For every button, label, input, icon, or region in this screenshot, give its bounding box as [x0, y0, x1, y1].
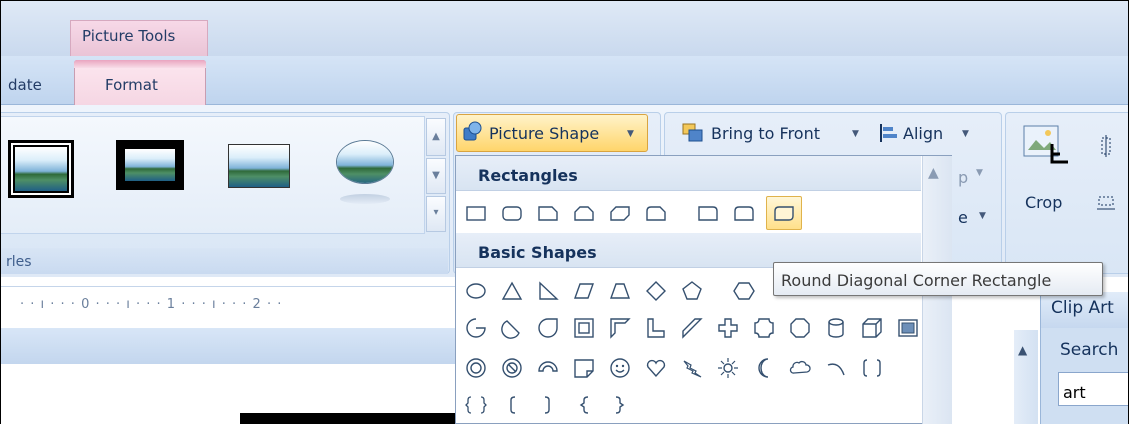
- bring-to-front-icon: [682, 123, 704, 143]
- crop-icon: [1022, 124, 1070, 168]
- right-brace-icon[interactable]: [609, 394, 631, 416]
- tooltip-text: Round Diagonal Corner Rectangle: [781, 271, 1052, 290]
- l-shape-icon[interactable]: [645, 317, 667, 339]
- octagon-icon[interactable]: [789, 317, 811, 339]
- rectangles-section-title: Rectangles: [478, 166, 578, 185]
- basic-shapes-section-title: Basic Shapes: [478, 243, 597, 262]
- chevron-down-icon: ▼: [627, 129, 634, 139]
- pentagon-icon[interactable]: [681, 280, 703, 302]
- double-bracket-icon[interactable]: [861, 357, 883, 379]
- hexagon-icon[interactable]: [733, 280, 755, 302]
- chord-icon[interactable]: [501, 317, 523, 339]
- clip-art-title: Clip Art: [1051, 298, 1114, 318]
- style-thumb-white-frame[interactable]: [8, 140, 74, 198]
- pie-icon[interactable]: [465, 317, 487, 339]
- snip-single-corner-rectangle-icon[interactable]: [537, 202, 559, 224]
- tab-format-highlight: [74, 60, 206, 68]
- frame-icon[interactable]: [573, 317, 595, 339]
- folded-corner-icon[interactable]: [573, 357, 595, 379]
- trapezoid-icon[interactable]: [609, 280, 631, 302]
- right-bracket-icon[interactable]: [537, 394, 559, 416]
- parallelogram-icon[interactable]: [573, 280, 595, 302]
- oval-icon[interactable]: [465, 280, 487, 302]
- chevron-down-icon: ▼: [976, 168, 983, 178]
- donut-icon[interactable]: [465, 357, 487, 379]
- can-icon[interactable]: [825, 317, 847, 339]
- style-thumb-black-frame[interactable]: [116, 140, 184, 190]
- height-icon: [1098, 134, 1114, 158]
- lightning-bolt-icon[interactable]: [681, 357, 703, 379]
- left-brace-icon[interactable]: [573, 394, 595, 416]
- right-triangle-icon[interactable]: [537, 280, 559, 302]
- round-single-corner-rectangle-icon[interactable]: [697, 202, 719, 224]
- chevron-down-icon: ▼: [962, 129, 969, 139]
- bring-to-front-label[interactable]: Bring to Front: [711, 124, 820, 143]
- rotate-button-partial-label[interactable]: e: [958, 208, 968, 227]
- double-brace-icon[interactable]: [465, 394, 487, 416]
- ruler-marks: · · ı · · · 0 · · · ı · · · 1 · · · ı · …: [20, 297, 283, 312]
- clip-art-search-label: Search: [1060, 340, 1119, 360]
- picture-tools-label: Picture Tools: [82, 27, 176, 45]
- styles-group-label: rles: [6, 254, 32, 270]
- round-same-side-corner-rectangle-icon[interactable]: [733, 202, 755, 224]
- gallery-scroll-up-button[interactable]: ▲: [426, 118, 446, 156]
- chevron-down-icon: ▼: [979, 211, 986, 221]
- half-frame-icon[interactable]: [609, 317, 631, 339]
- scroll-up-icon[interactable]: ▲: [1018, 343, 1027, 357]
- width-icon: [1096, 194, 1116, 214]
- rounded-rectangle-icon[interactable]: [501, 202, 523, 224]
- crop-label[interactable]: Crop: [1025, 193, 1062, 212]
- diamond-icon[interactable]: [645, 280, 667, 302]
- gallery-more-button[interactable]: ▾: [426, 196, 446, 232]
- window-border-left: [0, 0, 1, 424]
- oval-reflection: [340, 194, 390, 204]
- heart-icon[interactable]: [645, 357, 667, 379]
- diagonal-stripe-icon[interactable]: [681, 317, 703, 339]
- gallery-scroll-down-button[interactable]: ▼: [426, 158, 446, 194]
- round-diagonal-corner-rectangle-icon[interactable]: [773, 202, 795, 224]
- align-label[interactable]: Align: [903, 124, 943, 143]
- sun-icon[interactable]: [717, 357, 739, 379]
- align-icon: [878, 123, 898, 143]
- teardrop-icon[interactable]: [537, 317, 559, 339]
- smiley-face-icon[interactable]: [609, 357, 631, 379]
- snip-same-side-corner-rectangle-icon[interactable]: [573, 202, 595, 224]
- chevron-down-icon: ▼: [852, 129, 859, 139]
- document-bar: [0, 328, 455, 364]
- cloud-icon[interactable]: [789, 357, 811, 379]
- rectangle-icon[interactable]: [465, 202, 487, 224]
- style-thumb-oval[interactable]: [336, 140, 394, 184]
- left-bracket-icon[interactable]: [501, 394, 523, 416]
- document-image-edge: [240, 413, 456, 424]
- snip-round-single-corner-rectangle-icon[interactable]: [645, 202, 667, 224]
- plaque-icon[interactable]: [753, 317, 775, 339]
- cross-icon[interactable]: [717, 317, 739, 339]
- style-thumb-plain[interactable]: [228, 144, 290, 188]
- triangle-icon[interactable]: [501, 280, 523, 302]
- group-button-partial-label[interactable]: p: [958, 168, 968, 187]
- scroll-up-icon[interactable]: ▲: [928, 165, 939, 181]
- picture-shape-label: Picture Shape: [489, 124, 600, 143]
- word-window: Picture Tools date Format ▲ ▼ ▾ rles Pic…: [0, 0, 1129, 424]
- clip-art-search-input[interactable]: [1058, 372, 1129, 406]
- snip-diagonal-corner-rectangle-icon[interactable]: [609, 202, 631, 224]
- tab-update[interactable]: date: [8, 76, 42, 94]
- tab-format-label: Format: [105, 76, 158, 94]
- moon-icon[interactable]: [753, 357, 775, 379]
- cube-icon[interactable]: [861, 317, 883, 339]
- block-arc-icon[interactable]: [537, 357, 559, 379]
- bevel-icon[interactable]: [897, 317, 919, 339]
- picture-shape-icon: [462, 120, 484, 142]
- arc-icon[interactable]: [825, 357, 847, 379]
- no-symbol-icon[interactable]: [501, 357, 523, 379]
- styles-group-footer: [0, 248, 448, 274]
